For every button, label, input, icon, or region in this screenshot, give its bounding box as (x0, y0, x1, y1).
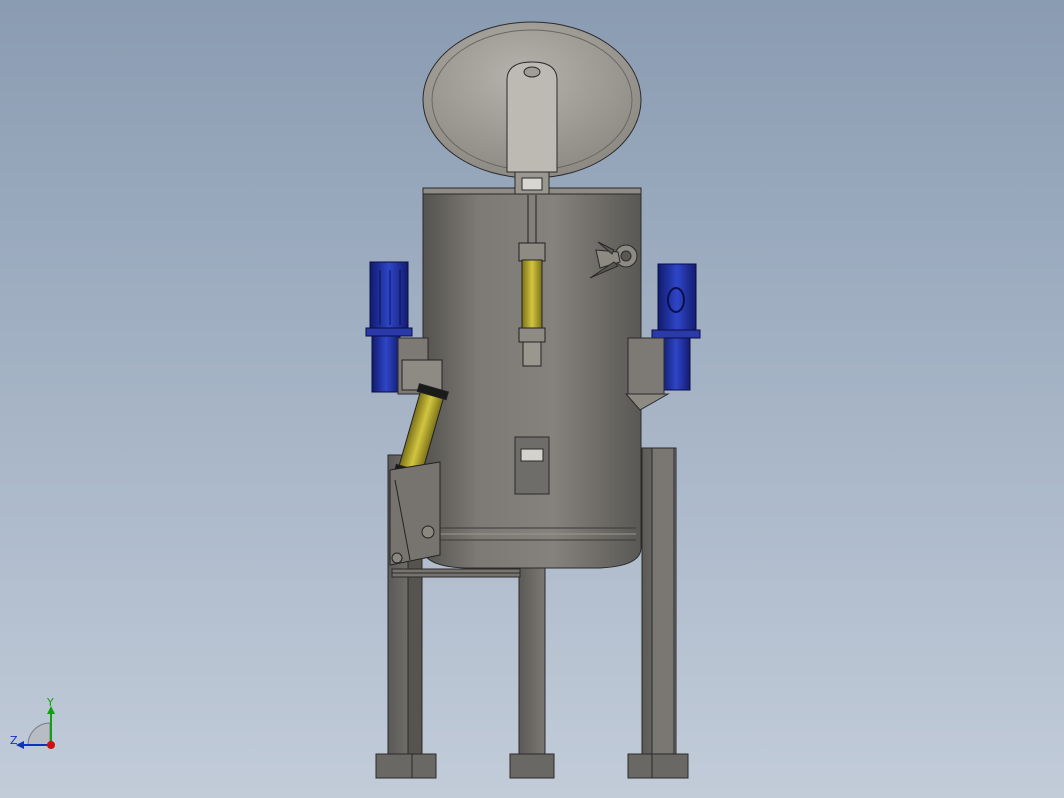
triad-icon (16, 706, 55, 749)
model-render[interactable] (0, 0, 1064, 798)
tank-lid (422, 21, 642, 195)
z-axis-label: Z (10, 734, 18, 747)
y-axis-label: Y (47, 696, 54, 709)
coordinate-triad: Y Z (8, 696, 68, 758)
cad-viewport[interactable]: Y Z (0, 0, 1064, 798)
